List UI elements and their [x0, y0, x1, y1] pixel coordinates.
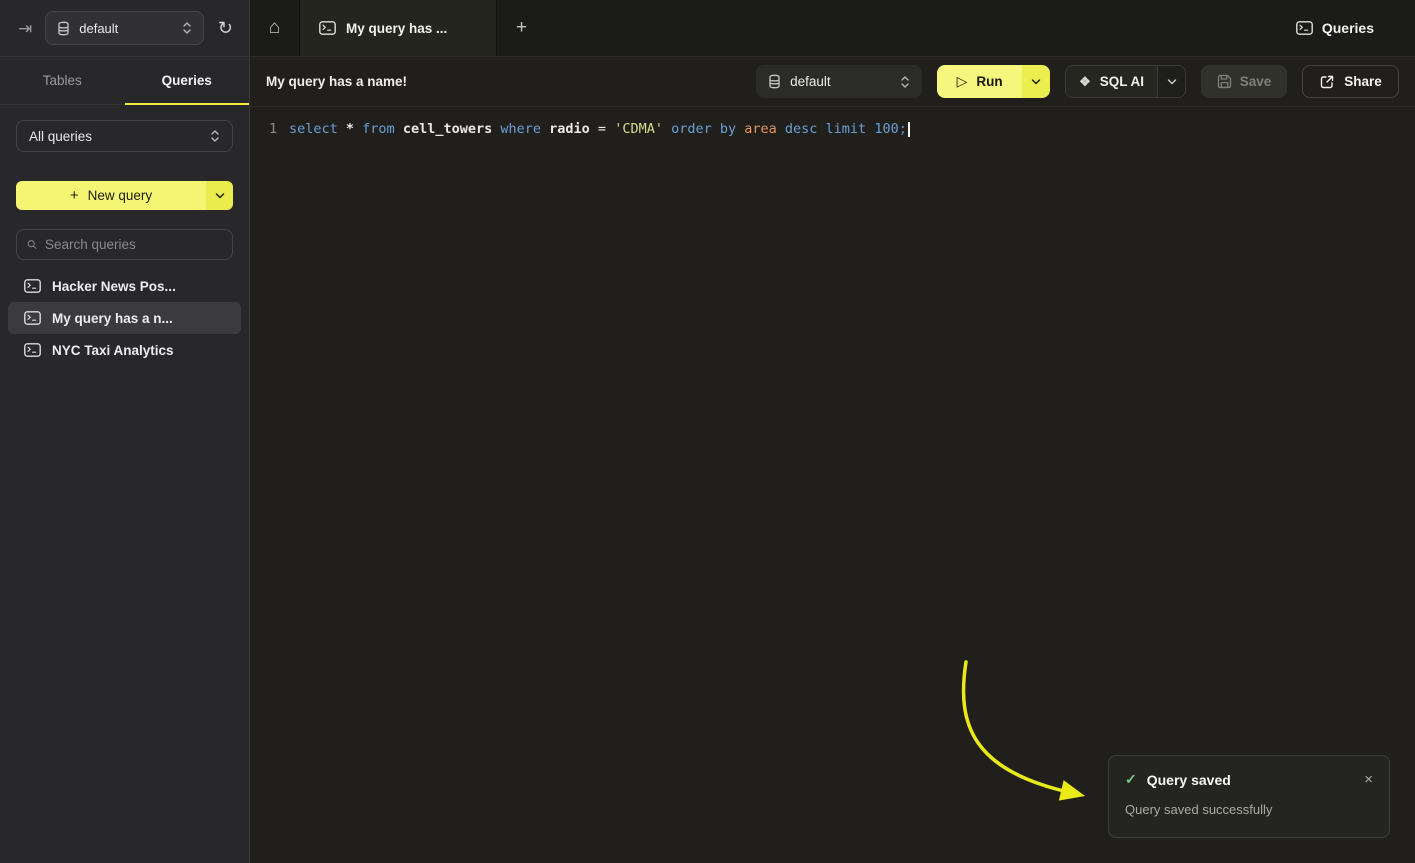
toast-title: Query saved	[1147, 772, 1231, 788]
query-terminal-icon	[319, 21, 336, 35]
tab-queries-label: Queries	[162, 73, 212, 88]
query-list-item[interactable]: NYC Taxi Analytics	[8, 334, 241, 366]
line-number: 1	[250, 119, 289, 139]
sparkles-icon: ❖	[1079, 74, 1091, 90]
query-item-label: Hacker News Pos...	[52, 279, 176, 294]
sql-token: =	[598, 121, 614, 137]
updown-chevron-icon	[182, 21, 192, 35]
sql-ai-button[interactable]: ❖ SQL AI	[1066, 66, 1157, 97]
query-toolbar: My query has a name! default ▷ Run	[250, 57, 1415, 107]
query-list-item-selected[interactable]: My query has a n...	[8, 302, 241, 334]
sidebar: ⇥ default ↻ Tables Queries All queries	[0, 0, 250, 863]
query-item-label: NYC Taxi Analytics	[52, 343, 174, 358]
text-cursor	[908, 122, 910, 137]
sql-token: *	[346, 121, 362, 137]
tab-tables-label: Tables	[43, 73, 82, 88]
share-label: Share	[1344, 74, 1382, 89]
toolbar-database-select[interactable]: default	[756, 65, 922, 98]
sidebar-tabs: Tables Queries	[0, 57, 249, 105]
sql-token: where	[500, 121, 549, 137]
run-button[interactable]: ▷ Run	[937, 65, 1022, 98]
sql-token: 'CDMA'	[614, 121, 671, 137]
sql-ai-label: SQL AI	[1100, 74, 1144, 89]
sidebar-tab-queries[interactable]: Queries	[125, 57, 250, 104]
query-item-label: My query has a n...	[52, 311, 173, 326]
active-query-tab[interactable]: My query has ...	[299, 0, 497, 56]
queries-filter-select[interactable]: All queries	[16, 120, 233, 152]
collapse-sidebar-icon[interactable]: ⇥	[18, 20, 32, 37]
toolbar-actions: default ▷ Run ❖ SQL AI	[756, 65, 1399, 98]
plus-icon: +	[70, 187, 79, 204]
play-icon: ▷	[957, 73, 968, 90]
query-terminal-icon	[24, 279, 41, 293]
updown-chevron-icon	[210, 129, 220, 143]
new-tab-button[interactable]: +	[497, 0, 546, 56]
search-queries-box	[16, 229, 233, 260]
sql-token: 100	[874, 121, 898, 137]
save-label: Save	[1240, 74, 1272, 89]
save-button[interactable]: Save	[1201, 65, 1287, 98]
check-icon: ✓	[1125, 771, 1137, 788]
share-button[interactable]: Share	[1302, 65, 1399, 98]
sql-token: select	[289, 121, 346, 137]
sidebar-database-value: default	[79, 21, 118, 36]
search-queries-input[interactable]	[45, 237, 222, 252]
queries-filter-value: All queries	[29, 129, 92, 144]
sql-token: order by	[671, 121, 744, 137]
sidebar-database-select[interactable]: default	[45, 11, 204, 45]
updown-chevron-icon	[900, 75, 910, 89]
toast-query-saved: ✓ Query saved × Query saved successfully	[1108, 755, 1390, 838]
code-line-1: 1 select * from cell_towers where radio …	[250, 107, 1415, 139]
search-icon	[27, 237, 37, 252]
sidebar-tab-tables[interactable]: Tables	[0, 57, 125, 104]
database-icon	[57, 21, 70, 36]
sql-token: cell_towers	[403, 121, 501, 137]
sidebar-header: ⇥ default ↻	[0, 0, 249, 57]
query-terminal-icon	[24, 311, 41, 325]
query-list-item[interactable]: Hacker News Pos...	[8, 270, 241, 302]
queries-panel-button[interactable]: Queries	[1296, 0, 1415, 56]
home-icon: ⌂	[269, 17, 280, 39]
query-title: My query has a name!	[266, 74, 407, 89]
toast-message: Query saved successfully	[1125, 802, 1373, 817]
chevron-down-icon	[215, 192, 225, 200]
queries-panel-label: Queries	[1322, 20, 1374, 36]
sql-editor[interactable]: 1 select * from cell_towers where radio …	[250, 107, 1415, 863]
chevron-down-icon	[1167, 78, 1177, 86]
refresh-icon[interactable]: ↻	[218, 19, 233, 37]
sql-token: desc	[785, 121, 826, 137]
tab-strip: ⌂ My query has ... + Queries	[250, 0, 1415, 57]
sql-ai-options-button[interactable]	[1157, 66, 1185, 97]
active-tab-label: My query has ...	[346, 21, 447, 36]
query-terminal-icon	[24, 343, 41, 357]
toast-header: ✓ Query saved ×	[1125, 771, 1373, 788]
sql-token: from	[362, 121, 403, 137]
sql-ai-split-button: ❖ SQL AI	[1065, 65, 1186, 98]
sql-code: select * from cell_towers where radio = …	[289, 119, 910, 139]
save-icon	[1217, 74, 1232, 89]
plus-icon: +	[516, 17, 527, 39]
toolbar-database-value: default	[790, 74, 831, 89]
close-icon[interactable]: ×	[1364, 772, 1373, 787]
run-split-button: ▷ Run	[937, 65, 1050, 98]
sql-token: ;	[899, 121, 907, 137]
chevron-down-icon	[1031, 78, 1041, 86]
sql-token: area	[744, 121, 785, 137]
run-options-button[interactable]	[1022, 65, 1050, 98]
share-icon	[1319, 74, 1335, 90]
home-button[interactable]: ⌂	[250, 0, 299, 56]
sql-token: limit	[826, 121, 875, 137]
new-query-button[interactable]: + New query	[16, 181, 206, 210]
new-query-dropdown-button[interactable]	[206, 181, 233, 210]
query-list: Hacker News Pos... My query has a n... N…	[0, 270, 249, 366]
sql-token: radio	[549, 121, 598, 137]
run-label: Run	[976, 74, 1002, 89]
new-query-split-button: + New query	[16, 181, 233, 210]
database-icon	[768, 74, 781, 89]
query-terminal-icon	[1296, 21, 1313, 35]
new-query-label: New query	[88, 188, 153, 203]
